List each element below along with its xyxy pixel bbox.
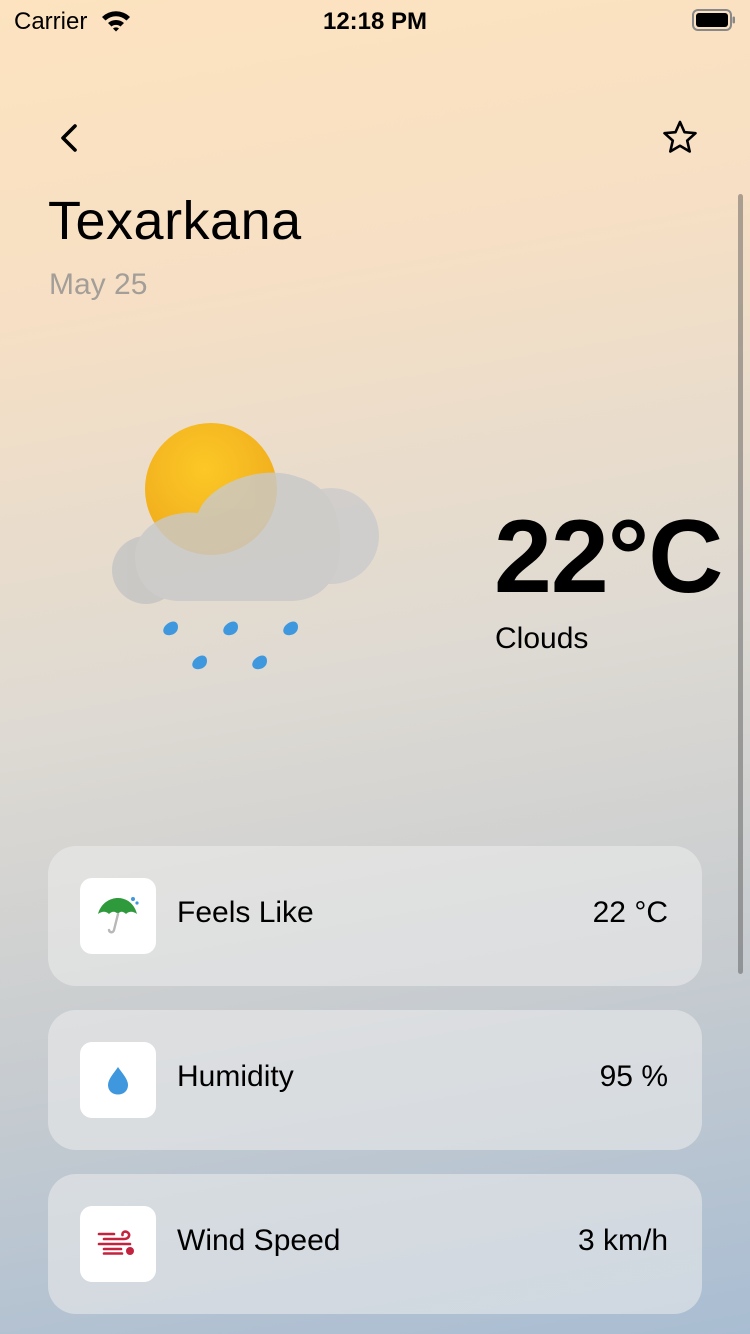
humidity-card: Humidity 95 %	[48, 1010, 702, 1150]
battery-icon	[692, 9, 735, 31]
city-title: Texarkana	[48, 191, 302, 251]
feels-like-card: Feels Like 22 °C	[48, 846, 702, 986]
wind-speed-icon-tile	[80, 1206, 156, 1282]
chevron-left-icon	[61, 124, 77, 152]
feels-like-label: Feels Like	[177, 896, 314, 929]
back-button[interactable]	[48, 116, 92, 160]
status-bar: Carrier 12:18 PM	[0, 0, 750, 40]
sun-cloud-rain-icon	[112, 423, 379, 670]
humidity-label: Humidity	[177, 1060, 294, 1093]
humidity-value: 95 %	[599, 1060, 668, 1093]
current-temperature: 22°C	[494, 499, 723, 615]
feels-like-value: 22 °C	[592, 896, 668, 929]
favorite-button[interactable]	[658, 116, 702, 160]
status-time: 12:18 PM	[322, 8, 428, 35]
scrollbar[interactable]	[738, 194, 743, 974]
umbrella-icon	[98, 897, 139, 934]
humidity-icon-tile	[80, 1042, 156, 1118]
star-outline-icon	[663, 120, 697, 153]
wind-speed-label: Wind Speed	[177, 1224, 341, 1257]
forecast-date: May 25	[49, 268, 148, 301]
weather-condition: Clouds	[495, 622, 589, 655]
feels-like-icon-tile	[80, 878, 156, 954]
water-drop-icon	[108, 1067, 128, 1095]
wind-speed-card: Wind Speed 3 km/h	[48, 1174, 702, 1314]
wind-speed-value: 3 km/h	[577, 1224, 668, 1257]
wind-icon	[97, 1230, 134, 1255]
